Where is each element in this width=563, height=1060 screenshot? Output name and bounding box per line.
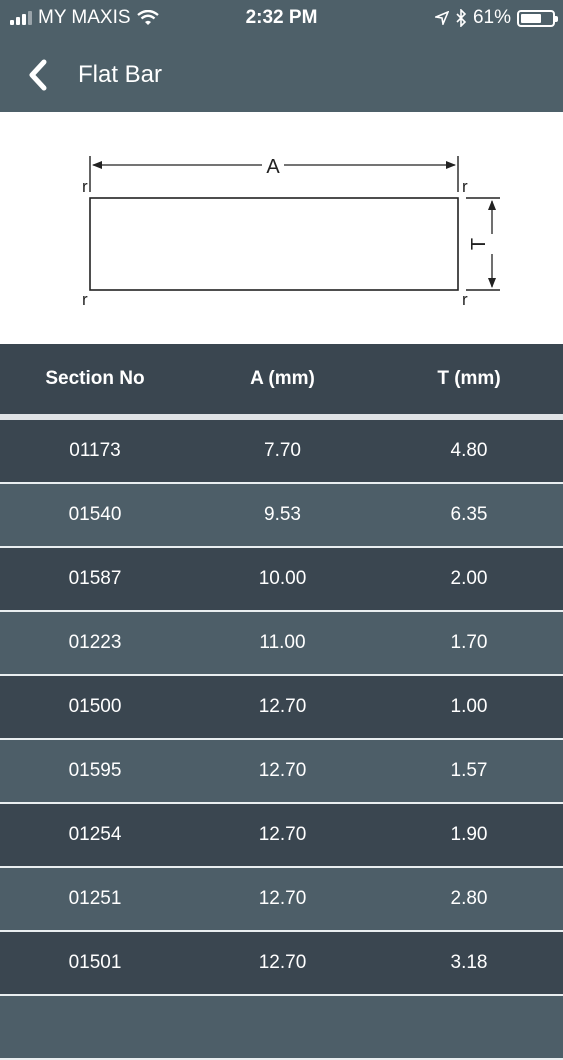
corner-radius-label: r bbox=[462, 177, 468, 196]
status-bar: MY MAXIS 2:32 PM 61% bbox=[0, 0, 563, 36]
section-no-cell: 01501 bbox=[68, 952, 122, 973]
table-row[interactable]: 01223 11.00 1.70 bbox=[0, 612, 563, 676]
column-header-t: T (mm) bbox=[437, 368, 501, 389]
t-cell: 3.18 bbox=[450, 952, 488, 973]
a-cell: 7.70 bbox=[264, 440, 301, 461]
table-row[interactable] bbox=[0, 996, 563, 1060]
page-title: Flat Bar bbox=[78, 61, 163, 88]
nav-bar: Flat Bar bbox=[0, 36, 563, 112]
table-header: Section No A (mm) T (mm) bbox=[0, 344, 563, 414]
a-cell: 12.70 bbox=[258, 760, 307, 781]
table-row[interactable]: 01587 10.00 2.00 bbox=[0, 548, 563, 612]
a-cell: 12.70 bbox=[258, 696, 307, 717]
section-no-cell: 01587 bbox=[68, 568, 122, 589]
section-no-cell: 01251 bbox=[68, 888, 122, 909]
back-chevron-icon[interactable] bbox=[24, 58, 52, 92]
flat-bar-diagram: A T r r r r bbox=[0, 112, 563, 344]
t-cell: 1.00 bbox=[450, 696, 488, 717]
table-row[interactable]: 01254 12.70 1.90 bbox=[0, 804, 563, 868]
a-cell: 9.53 bbox=[264, 504, 301, 525]
a-cell: 10.00 bbox=[258, 568, 307, 589]
section-no-cell: 01173 bbox=[69, 440, 121, 461]
section-no-cell: 01500 bbox=[68, 696, 122, 717]
t-cell: 2.00 bbox=[450, 568, 488, 589]
table-body: 01173 7.70 4.80 01540 9.53 6.35 01587 10… bbox=[0, 420, 563, 1060]
t-cell: 2.80 bbox=[450, 888, 488, 909]
table-row[interactable]: 01500 12.70 1.00 bbox=[0, 676, 563, 740]
a-cell: 11.00 bbox=[259, 632, 306, 653]
table-row[interactable]: 01173 7.70 4.80 bbox=[0, 420, 563, 484]
a-cell: 12.70 bbox=[258, 888, 307, 909]
corner-radius-label: r bbox=[462, 290, 468, 309]
section-no-cell: 01223 bbox=[68, 632, 122, 653]
t-cell: 4.80 bbox=[450, 440, 488, 461]
section-no-cell: 01595 bbox=[68, 760, 122, 781]
dim-a-label: A bbox=[266, 156, 280, 178]
location-arrow-icon bbox=[434, 11, 449, 25]
section-no-cell: 01254 bbox=[68, 824, 122, 845]
table-row[interactable]: 01540 9.53 6.35 bbox=[0, 484, 563, 548]
dim-t-label: T bbox=[468, 238, 490, 250]
section-no-cell: 01540 bbox=[68, 504, 122, 525]
a-cell: 12.70 bbox=[258, 824, 307, 845]
corner-radius-label: r bbox=[82, 177, 88, 196]
table-row[interactable]: 01251 12.70 2.80 bbox=[0, 868, 563, 932]
t-cell: 1.57 bbox=[450, 760, 488, 781]
table-row[interactable]: 01501 12.70 3.18 bbox=[0, 932, 563, 996]
flat-bar-drawing: A T r r r r bbox=[82, 156, 500, 309]
t-cell: 1.90 bbox=[450, 824, 488, 845]
a-cell: 12.70 bbox=[258, 952, 307, 973]
table-row[interactable]: 01595 12.70 1.57 bbox=[0, 740, 563, 804]
t-cell: 1.70 bbox=[450, 632, 488, 653]
status-right: 61% bbox=[434, 7, 558, 29]
t-cell: 6.35 bbox=[450, 504, 488, 525]
battery-percent: 61% bbox=[472, 7, 511, 28]
corner-radius-label: r bbox=[82, 290, 88, 309]
battery-icon bbox=[517, 9, 558, 27]
column-header-a: A (mm) bbox=[250, 368, 315, 389]
column-header-section-no: Section No bbox=[45, 368, 145, 389]
bluetooth-icon bbox=[456, 9, 467, 27]
